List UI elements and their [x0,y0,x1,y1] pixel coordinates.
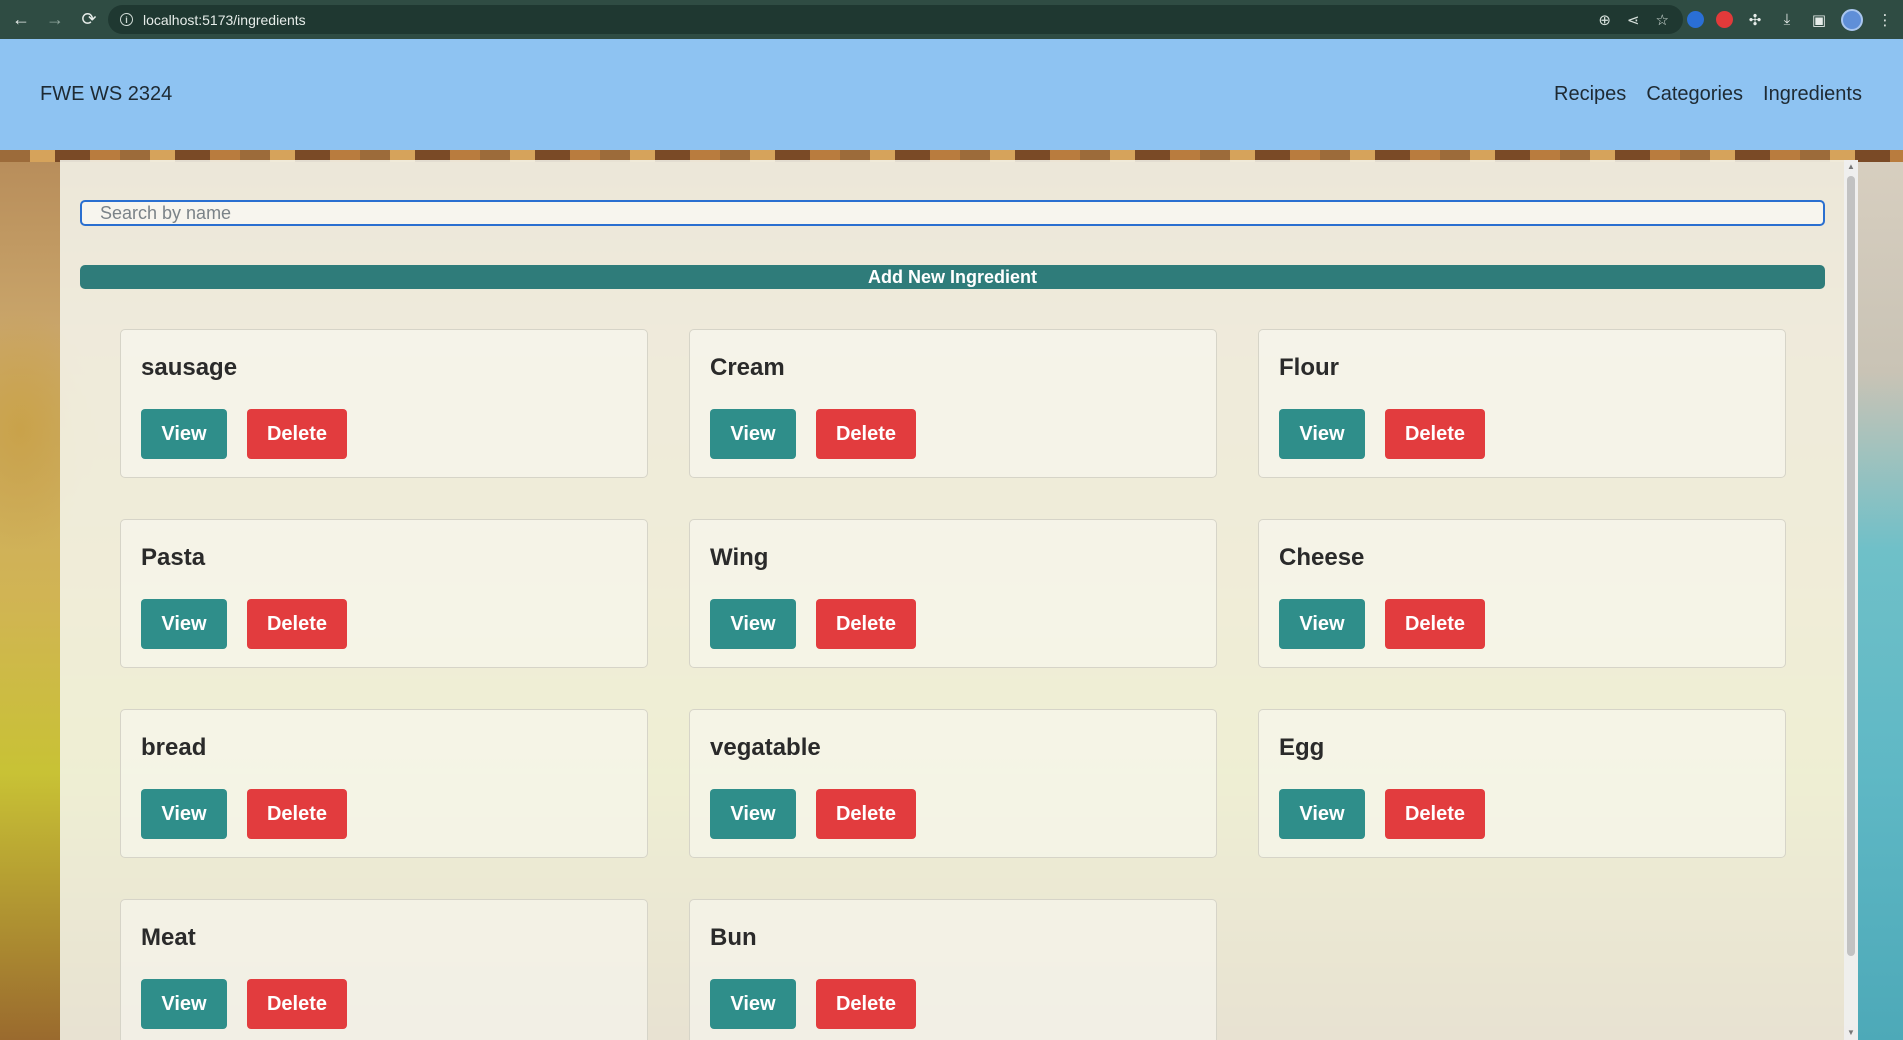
ingredient-name: Cream [710,354,785,381]
ingredient-name: Egg [1279,734,1325,761]
ingredient-name: Pasta [141,544,206,571]
ingredient-card: Cream View Delete [689,329,1217,478]
delete-button[interactable]: Delete [816,599,916,649]
ingredient-name: Wing [710,544,769,571]
delete-button[interactable]: Delete [1385,599,1485,649]
view-button[interactable]: View [1279,789,1365,839]
ingredient-name: bread [141,734,207,761]
ingredient-grid: sausage View Delete Cream View Delete Fl… [120,329,1786,1040]
nav-ingredients[interactable]: Ingredients [1763,83,1862,106]
share-icon[interactable]: ⋖ [1627,11,1640,29]
ingredient-card: Bun View Delete [689,899,1217,1040]
delete-button[interactable]: Delete [816,789,916,839]
delete-button[interactable]: Delete [247,789,347,839]
menu-kebab-icon[interactable]: ⋮ [1875,10,1895,30]
address-bar[interactable]: i localhost:5173/ingredients ⊕ ⋖ ☆ [108,5,1683,34]
view-button[interactable]: View [141,409,227,459]
page-scrollbar[interactable]: ▲ ▼ [1844,160,1858,1040]
scrollbar-thumb[interactable] [1847,176,1855,956]
profile-avatar[interactable] [1841,8,1863,31]
back-arrow-icon[interactable]: ← [8,7,34,33]
search-input[interactable] [80,200,1825,226]
ingredient-card: Egg View Delete [1258,709,1786,858]
ingredient-card: Wing View Delete [689,519,1217,668]
ingredient-card: Meat View Delete [120,899,648,1040]
view-button[interactable]: View [710,789,796,839]
extensions-puzzle-icon[interactable]: ✣ [1745,10,1765,30]
ingredient-card: vegatable View Delete [689,709,1217,858]
delete-button[interactable]: Delete [1385,789,1485,839]
ingredient-card: Flour View Delete [1258,329,1786,478]
view-button[interactable]: View [710,599,796,649]
background-right-edge [1858,150,1903,1040]
delete-button[interactable]: Delete [816,409,916,459]
add-new-ingredient-button[interactable]: Add New Ingredient [80,265,1825,289]
ingredient-name: Bun [710,924,757,951]
main-nav: Recipes Categories Ingredients [1554,83,1862,106]
scroll-down-arrow-icon[interactable]: ▼ [1846,1028,1856,1038]
side-panel-icon[interactable]: ▣ [1809,10,1829,30]
nav-categories[interactable]: Categories [1646,83,1743,106]
ingredient-card: sausage View Delete [120,329,648,478]
ingredient-name: vegatable [710,734,821,761]
ingredient-card: Pasta View Delete [120,519,648,668]
ingredient-name: Meat [141,924,196,951]
nav-recipes[interactable]: Recipes [1554,83,1626,106]
extension-blue-icon[interactable] [1687,11,1704,28]
url-text[interactable]: localhost:5173/ingredients [143,12,306,28]
zoom-icon[interactable]: ⊕ [1598,11,1611,29]
view-button[interactable]: View [710,409,796,459]
delete-button[interactable]: Delete [1385,409,1485,459]
delete-button[interactable]: Delete [247,979,347,1029]
brand-title[interactable]: FWE WS 2324 [40,83,172,106]
download-icon[interactable]: ⤓ [1777,10,1797,30]
view-button[interactable]: View [141,599,227,649]
delete-button[interactable]: Delete [247,599,347,649]
ingredient-name: Flour [1279,354,1339,381]
ingredient-name: Cheese [1279,544,1365,571]
delete-button[interactable]: Delete [247,409,347,459]
view-button[interactable]: View [141,979,227,1029]
reload-icon[interactable]: ⟳ [76,7,102,33]
site-info-icon[interactable]: i [120,13,133,26]
ingredient-card: Cheese View Delete [1258,519,1786,668]
bookmark-star-icon[interactable]: ☆ [1656,11,1669,29]
delete-button[interactable]: Delete [816,979,916,1029]
view-button[interactable]: View [141,789,227,839]
browser-toolbar: ← → ⟳ i localhost:5173/ingredients ⊕ ⋖ ☆… [0,0,1903,39]
extension-red-icon[interactable] [1716,11,1733,28]
view-button[interactable]: View [1279,409,1365,459]
ingredient-name: sausage [141,354,238,381]
view-button[interactable]: View [1279,599,1365,649]
view-button[interactable]: View [710,979,796,1029]
site-header: FWE WS 2324 Recipes Categories Ingredien… [0,39,1903,150]
forward-arrow-icon[interactable]: → [42,7,68,33]
scroll-up-arrow-icon[interactable]: ▲ [1846,162,1856,172]
ingredient-card: bread View Delete [120,709,648,858]
